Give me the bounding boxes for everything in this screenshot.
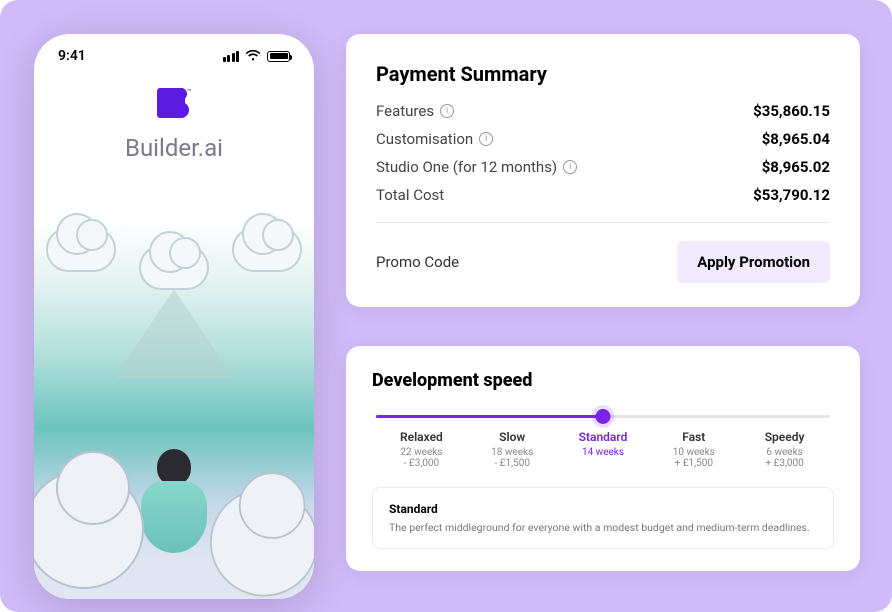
payment-row-value: $35,860.15 [753,102,830,120]
phone-status-bar: 9:41 [34,34,314,70]
battery-icon [267,51,290,62]
payment-summary-card: Payment Summary Featuresi $35,860.15 Custo… [346,34,860,307]
speed-title: Development speed [372,370,834,391]
payment-row: Total Cost $53,790.12 [376,186,830,204]
info-icon[interactable]: i [563,160,577,174]
payment-row: Studio One (for 12 months)i $8,965.02 [376,158,830,176]
apply-promotion-button[interactable]: Apply Promotion [677,241,830,283]
foliage-illustration [34,469,144,589]
brand-name: Builder.ai [34,134,314,162]
speed-option-slow[interactable]: Slow18 weeks- £1,500 [467,430,558,469]
speed-description-title: Standard [389,502,817,516]
payment-row-value: $8,965.02 [762,158,830,176]
payment-row-label: Studio One (for 12 months)i [376,158,577,176]
info-icon[interactable]: i [479,132,493,146]
phone-artwork [34,219,314,599]
payment-row-label: Featuresi [376,102,454,120]
speed-option-relaxed[interactable]: Relaxed22 weeks- £3,000 [376,430,467,469]
speed-option-speedy[interactable]: Speedy6 weeks+ £3,000 [739,430,830,469]
speed-description-text: The perfect middleground for everyone wi… [389,521,817,534]
cloud-illustration [232,227,302,272]
info-icon[interactable]: i [440,104,454,118]
payment-row-value: $8,965.04 [762,130,830,148]
wifi-icon [245,50,261,62]
logo-mark-icon [157,88,185,118]
slider-thumb[interactable] [596,409,611,424]
speed-description-box: Standard The perfect middleground for ev… [372,487,834,549]
payment-row-label: Total Cost [376,186,444,204]
status-time: 9:41 [58,48,86,64]
cloud-illustration [139,245,209,290]
payment-title: Payment Summary [376,62,830,86]
foliage-illustration [210,489,314,597]
mountain-illustration [114,289,234,379]
cloud-illustration [46,227,116,272]
speed-option-standard[interactable]: Standard14 weeks [558,430,649,469]
development-speed-card: Development speed Relaxed22 weeks- £3,00… [346,346,860,571]
payment-row-label: Customisationi [376,130,493,148]
payment-row: Featuresi $35,860.15 [376,102,830,120]
status-icons [223,50,291,62]
promo-code-label: Promo Code [376,253,459,271]
phone-mockup: 9:41 ™ Builder.ai [34,34,314,599]
trademark-icon: ™ [187,88,191,96]
divider [376,222,830,223]
cellular-icon [223,51,240,62]
slider-fill [376,415,603,418]
canvas-background: 9:41 ™ Builder.ai [0,0,892,612]
speed-slider[interactable]: Relaxed22 weeks- £3,000Slow18 weeks- £1,… [372,415,834,469]
speed-option-fast[interactable]: Fast10 weeks+ £1,500 [648,430,739,469]
slider-track [376,415,830,418]
brand-logo: ™ [34,88,314,122]
payment-row: Customisationi $8,965.04 [376,130,830,148]
payment-row-value: $53,790.12 [753,186,830,204]
